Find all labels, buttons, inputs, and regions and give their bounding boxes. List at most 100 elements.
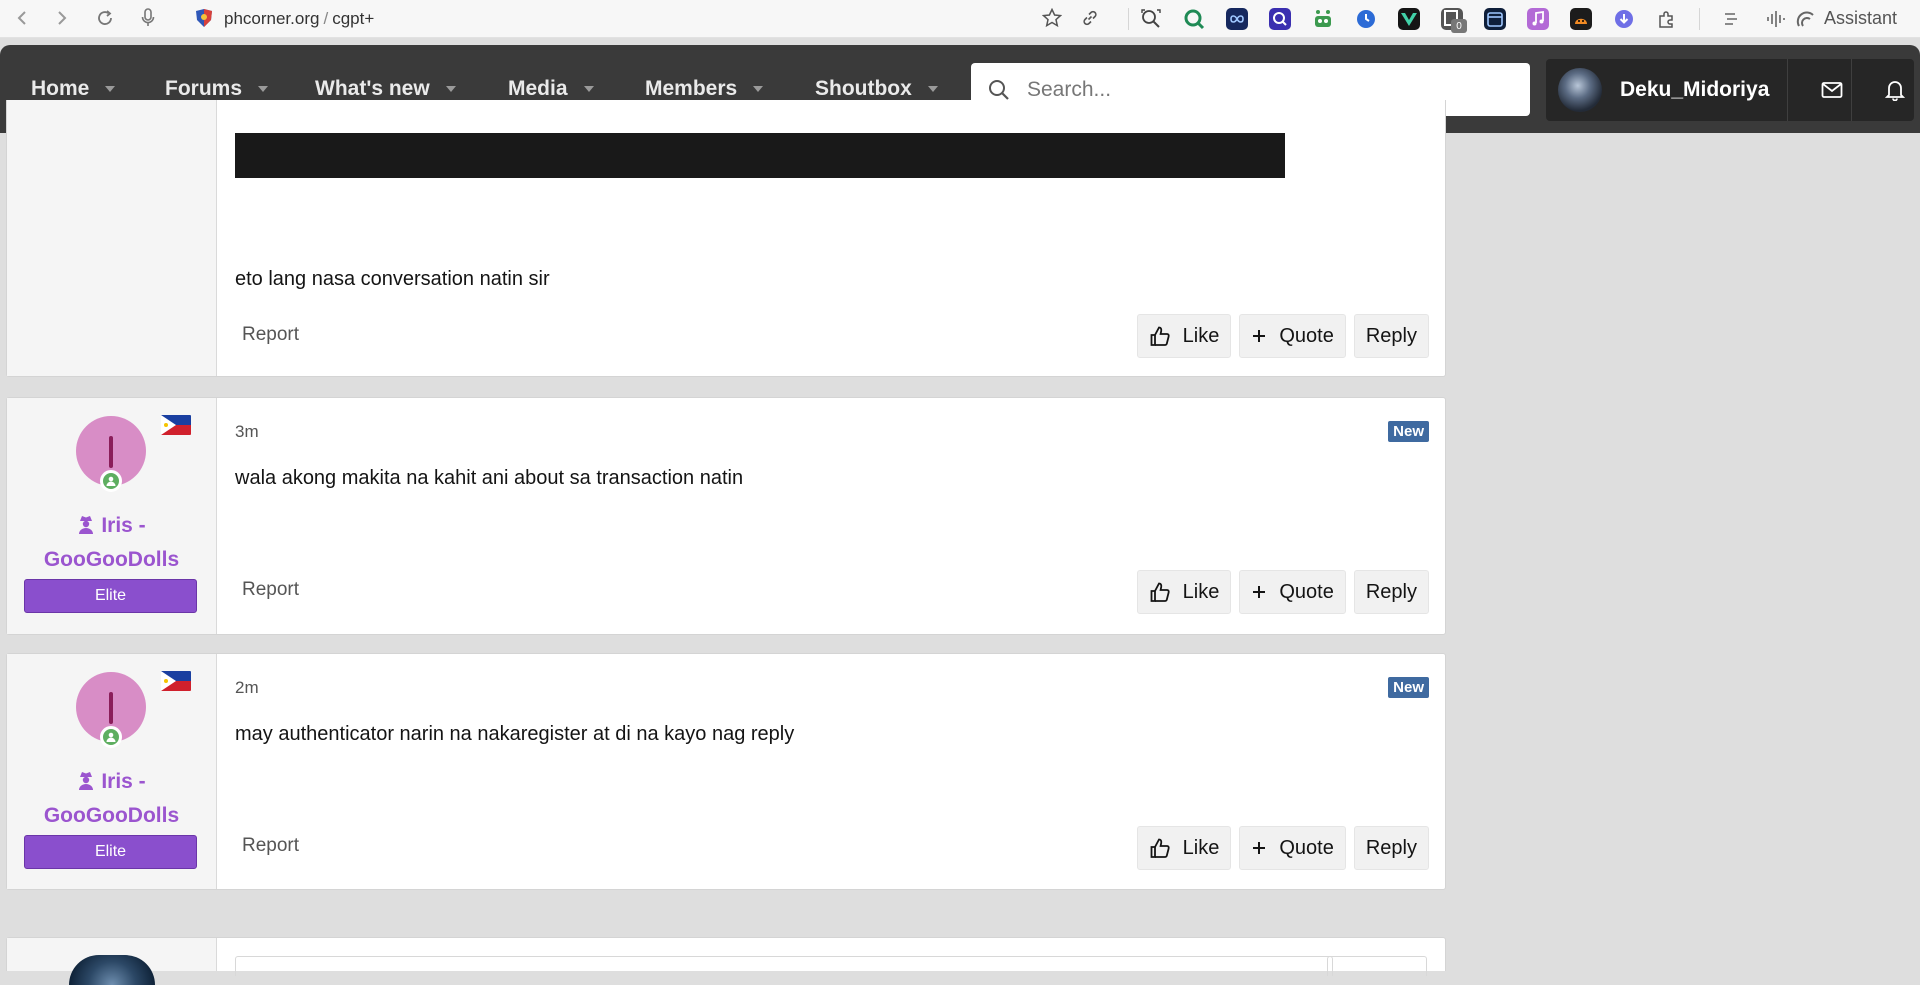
post-reply-button[interactable] bbox=[1327, 956, 1427, 976]
download-extension-icon[interactable] bbox=[1613, 8, 1635, 30]
post-timestamp[interactable]: 3m bbox=[235, 422, 259, 442]
author-name-line1: Iris - bbox=[7, 766, 216, 800]
quote-button[interactable]: Quote bbox=[1239, 314, 1346, 358]
spy-icon bbox=[77, 768, 95, 800]
plus-icon bbox=[1253, 586, 1266, 598]
post-user-sidebar: Iris - GooGooDolls Elite bbox=[7, 398, 217, 634]
online-status-icon bbox=[100, 726, 122, 748]
new-badge: New bbox=[1388, 677, 1429, 698]
cat-extension-icon[interactable] bbox=[1570, 8, 1592, 30]
reply-button[interactable]: Reply bbox=[1353, 570, 1429, 614]
author-name-line2: GooGooDolls bbox=[43, 804, 180, 827]
philippines-flag-icon bbox=[161, 671, 191, 691]
infinity-extension-icon[interactable] bbox=[1226, 8, 1248, 30]
envelope-icon[interactable] bbox=[1819, 77, 1845, 103]
clock-extension-icon[interactable] bbox=[1355, 8, 1377, 30]
extensions-row: 0 bbox=[1140, 6, 1807, 33]
nav-media-label: Media bbox=[508, 77, 568, 100]
nav-whats-new-label: What's new bbox=[315, 77, 430, 100]
embedded-image bbox=[235, 133, 1285, 178]
like-button[interactable]: Like bbox=[1136, 314, 1232, 358]
green-search-extension-icon[interactable] bbox=[1183, 8, 1205, 30]
post-message: may authenticator narin na nakaregister … bbox=[235, 723, 795, 745]
reply-button[interactable]: Reply bbox=[1353, 314, 1429, 358]
reading-list-icon[interactable] bbox=[1721, 8, 1743, 30]
chevron-down-icon[interactable] bbox=[927, 86, 938, 92]
zoom-search-extension-icon[interactable] bbox=[1140, 8, 1162, 30]
reply-label: Reply bbox=[1365, 836, 1417, 859]
spy-icon bbox=[77, 512, 95, 544]
like-button[interactable]: Like bbox=[1136, 570, 1232, 614]
post-item: Iris - GooGooDolls Elite 2m New may auth… bbox=[6, 653, 1446, 890]
extension-count-badge: 0 bbox=[1451, 19, 1467, 33]
author-name-link[interactable]: Iris - GooGooDolls bbox=[7, 766, 216, 832]
url-path: cgpt+ bbox=[332, 9, 375, 28]
microphone-icon[interactable] bbox=[136, 6, 160, 30]
bell-icon[interactable] bbox=[1882, 77, 1908, 103]
audio-wave-icon[interactable] bbox=[1764, 8, 1786, 30]
screenshot-extension-icon[interactable]: 0 bbox=[1441, 8, 1467, 33]
music-extension-icon[interactable] bbox=[1527, 8, 1549, 30]
user-avatar[interactable] bbox=[1558, 68, 1602, 112]
calendar-extension-icon[interactable] bbox=[1484, 8, 1506, 30]
author-name-link[interactable]: Iris - GooGooDolls bbox=[7, 510, 216, 576]
post-actions: Like Quote Reply bbox=[1136, 314, 1429, 358]
chevron-down-icon[interactable] bbox=[583, 86, 594, 92]
like-button[interactable]: Like bbox=[1136, 826, 1232, 870]
nav-home-label: Home bbox=[31, 77, 90, 100]
post-timestamp[interactable]: 2m bbox=[235, 678, 259, 698]
address-bar[interactable]: phcorner.org / cgpt+ bbox=[224, 9, 374, 29]
link-icon[interactable] bbox=[1078, 6, 1102, 30]
post-item bbox=[6, 937, 1446, 985]
chevron-down-icon[interactable] bbox=[753, 86, 764, 92]
chevron-down-icon[interactable] bbox=[105, 86, 116, 92]
reply-button[interactable]: Reply bbox=[1353, 826, 1429, 870]
thumbs-up-icon bbox=[1150, 838, 1170, 858]
post-item: Iris - GooGooDolls Elite 3m New wala ako… bbox=[6, 397, 1446, 635]
chevron-down-icon[interactable] bbox=[258, 86, 269, 92]
post-item: eto lang nasa conversation natin sir Rep… bbox=[6, 100, 1446, 377]
browser-toolbar: phcorner.org / cgpt+ 0 Assistant bbox=[0, 0, 1920, 38]
like-label: Like bbox=[1182, 324, 1220, 347]
report-link[interactable]: Report bbox=[242, 324, 299, 346]
report-link[interactable]: Report bbox=[242, 835, 299, 857]
quote-label: Quote bbox=[1279, 836, 1334, 859]
author-name-line2: GooGooDolls bbox=[43, 548, 180, 571]
plus-icon bbox=[1253, 842, 1266, 854]
quote-label: Quote bbox=[1279, 324, 1334, 347]
reload-icon[interactable] bbox=[93, 6, 117, 30]
reply-label: Reply bbox=[1365, 580, 1417, 603]
chevron-down-icon[interactable] bbox=[445, 86, 456, 92]
back-icon[interactable] bbox=[10, 6, 34, 30]
forward-icon[interactable] bbox=[50, 6, 74, 30]
quote-label: Quote bbox=[1279, 580, 1334, 603]
search-input[interactable] bbox=[1025, 76, 1499, 103]
avatar-letter bbox=[109, 436, 113, 468]
like-label: Like bbox=[1182, 836, 1220, 859]
user-rank-badge: Elite bbox=[24, 835, 197, 869]
online-status-icon bbox=[100, 470, 122, 492]
reply-label: Reply bbox=[1365, 324, 1417, 347]
user-rank-badge: Elite bbox=[24, 579, 197, 613]
plus-icon bbox=[1253, 330, 1266, 342]
post-actions: Like Quote Reply bbox=[1136, 570, 1429, 614]
author-name-part1: Iris - bbox=[101, 514, 146, 537]
puzzle-extensions-icon[interactable] bbox=[1656, 8, 1678, 30]
bookmark-star-icon[interactable] bbox=[1040, 6, 1064, 30]
quick-reply-editor[interactable] bbox=[235, 956, 1333, 976]
post-user-sidebar bbox=[7, 938, 217, 985]
toolbar-divider bbox=[1699, 8, 1700, 30]
author-name-line1: Iris - bbox=[7, 510, 216, 544]
post-user-sidebar bbox=[7, 100, 217, 376]
vue-extension-icon[interactable] bbox=[1398, 8, 1420, 30]
quote-button[interactable]: Quote bbox=[1239, 826, 1346, 870]
report-link[interactable]: Report bbox=[242, 579, 299, 601]
user-menu-divider bbox=[1787, 59, 1788, 121]
assistant-button[interactable]: Assistant bbox=[1796, 8, 1897, 29]
quote-button[interactable]: Quote bbox=[1239, 570, 1346, 614]
purple-search-extension-icon[interactable] bbox=[1269, 8, 1291, 30]
robot-extension-icon[interactable] bbox=[1312, 8, 1334, 30]
author-avatar[interactable] bbox=[69, 955, 155, 985]
like-label: Like bbox=[1182, 580, 1220, 603]
username-link[interactable]: Deku_Midoriya bbox=[1620, 78, 1769, 102]
